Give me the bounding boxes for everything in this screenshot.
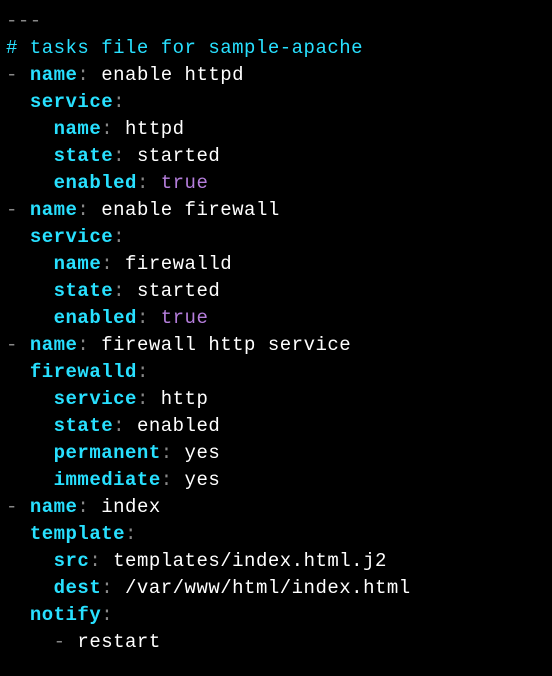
key-service: service bbox=[30, 91, 113, 113]
task4-dest: /var/www/html/index.html bbox=[125, 577, 411, 599]
key-template: template bbox=[30, 523, 125, 545]
key-service: service bbox=[54, 388, 137, 410]
task2-svc-name: firewalld bbox=[125, 253, 232, 275]
task2-state: started bbox=[137, 280, 220, 302]
key-dest: dest bbox=[54, 577, 102, 599]
key-name: name bbox=[30, 199, 78, 221]
key-state: state bbox=[54, 145, 114, 167]
key-name: name bbox=[30, 334, 78, 356]
key-immediate: immediate bbox=[54, 469, 161, 491]
task4-notify: restart bbox=[77, 631, 160, 653]
key-state: state bbox=[54, 415, 114, 437]
key-name: name bbox=[54, 118, 102, 140]
key-firewalld: firewalld bbox=[30, 361, 137, 383]
key-permanent: permanent bbox=[54, 442, 161, 464]
task3-name-value: firewall http service bbox=[101, 334, 351, 356]
doc-start: --- bbox=[6, 10, 42, 32]
key-name: name bbox=[30, 64, 78, 86]
task1-state: started bbox=[137, 145, 220, 167]
task2-enabled: true bbox=[161, 307, 209, 329]
key-enabled: enabled bbox=[54, 307, 137, 329]
task1-enabled: true bbox=[161, 172, 209, 194]
yaml-code-block: --- # tasks file for sample-apache - nam… bbox=[0, 0, 552, 664]
key-service: service bbox=[30, 226, 113, 248]
task3-svc: http bbox=[161, 388, 209, 410]
task4-name-value: index bbox=[101, 496, 161, 518]
key-src: src bbox=[54, 550, 90, 572]
key-name: name bbox=[54, 253, 102, 275]
comment-line: # tasks file for sample-apache bbox=[6, 37, 363, 59]
key-enabled: enabled bbox=[54, 172, 137, 194]
key-state: state bbox=[54, 280, 114, 302]
task2-name-value: enable firewall bbox=[101, 199, 280, 221]
key-name: name bbox=[30, 496, 78, 518]
task3-state: enabled bbox=[137, 415, 220, 437]
task1-name-value: enable httpd bbox=[101, 64, 244, 86]
task4-src: templates/index.html.j2 bbox=[113, 550, 387, 572]
key-notify: notify bbox=[30, 604, 101, 626]
task1-svc-name: httpd bbox=[125, 118, 185, 140]
task3-perm: yes bbox=[185, 442, 221, 464]
task3-imm: yes bbox=[185, 469, 221, 491]
